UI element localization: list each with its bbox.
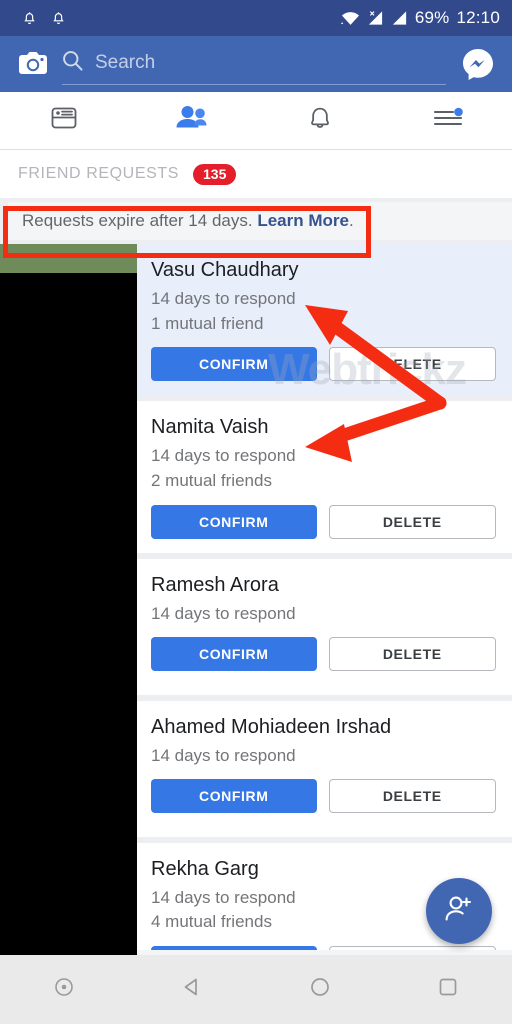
status-bar: 69% 12:10 [0, 0, 512, 36]
friend-request-body: Ramesh Arora 14 days to respond CONFIRM DEL… [137, 559, 512, 681]
status-bar-indicators: 69% 12:10 [341, 8, 500, 28]
search-icon [62, 50, 83, 76]
confirm-button[interactable]: CONFIRM [151, 347, 317, 382]
circle-home-icon [309, 976, 331, 1003]
delete-button[interactable]: DELETE [328, 504, 496, 539]
assistant-button[interactable] [0, 955, 128, 1024]
clock: 12:10 [456, 8, 500, 27]
friend-request-row[interactable]: Namita Vaish 14 days to respond 2 mutual f… [0, 395, 512, 553]
expire-banner: Requests expire after 14 days. Learn Mor… [8, 202, 512, 240]
action-button-row: CONFIRM DELETE [151, 504, 496, 539]
delete-button[interactable]: DELETE [328, 779, 496, 814]
action-button-row: CONFIRM DELETE [151, 779, 496, 814]
system-nav-bar [0, 955, 512, 1024]
friend-request-row[interactable]: Vasu Chaudhary 14 days to respond 1 mutual… [0, 244, 512, 396]
confirm-button[interactable]: CONFIRM [151, 779, 317, 814]
mutual-friends-text[interactable]: 1 mutual friend [151, 312, 496, 337]
avatar[interactable] [0, 244, 137, 382]
friend-request-row[interactable]: Ramesh Arora 14 days to respond CONFIRM DEL… [0, 552, 512, 695]
friend-request-body: Ahamed Mohiadeen Irshad 14 days to respon… [137, 701, 512, 823]
back-button[interactable] [128, 955, 256, 1024]
bell-icon [22, 9, 37, 27]
app-bar [0, 36, 512, 92]
bell-icon [51, 9, 66, 27]
signal-icon [391, 10, 408, 26]
expiry-text: 14 days to respond [151, 446, 296, 466]
square-recents-icon [437, 976, 459, 1003]
home-button[interactable] [256, 955, 384, 1024]
expiry-text: 14 days to respond [151, 603, 296, 623]
phone-screen: 69% 12:10 Search FRIEND REQUESTS 135 Req… [0, 0, 512, 1024]
triangle-back-icon [181, 976, 203, 1003]
wifi-icon [341, 10, 360, 26]
request-count-badge: 135 [193, 163, 237, 185]
avatar[interactable] [0, 700, 137, 823]
action-button-row: CONFIRM DELETE [151, 637, 496, 672]
tab-friends[interactable] [128, 92, 256, 149]
tab-news-feed[interactable] [0, 92, 128, 149]
tab-notifications[interactable] [256, 92, 384, 149]
bell-icon [306, 103, 334, 138]
learn-more-link[interactable]: Learn More [257, 211, 349, 231]
action-button-row: CONFIRM DELETE [151, 347, 496, 382]
tab-bar [0, 92, 512, 150]
expiry-text: 14 days to respond [151, 745, 296, 765]
friend-name[interactable]: Vasu Chaudhary [151, 258, 496, 283]
page-title: FRIEND REQUESTS [18, 165, 180, 182]
friend-requests-header: FRIEND REQUESTS 135 [0, 150, 512, 198]
signal-no-sim-icon [367, 10, 384, 26]
search-input[interactable] [95, 51, 446, 74]
messenger-icon[interactable] [458, 44, 498, 84]
banner-period: . [348, 211, 354, 230]
expire-banner-zone: Requests expire after 14 days. Learn Mor… [0, 198, 512, 244]
battery-percent: 69% [414, 8, 450, 27]
menu-badge-dot [454, 107, 463, 117]
confirm-button[interactable]: CONFIRM [151, 504, 317, 539]
add-person-fab[interactable] [426, 878, 492, 944]
avatar[interactable] [0, 401, 137, 539]
friend-name[interactable]: Ramesh Arora [151, 573, 496, 598]
news-feed-icon [49, 104, 79, 137]
friend-request-body: Vasu Chaudhary 14 days to respond 1 mutual… [137, 244, 512, 382]
friend-name[interactable]: Namita Vaish [151, 415, 496, 440]
friend-name[interactable]: Rekha Garg [151, 857, 496, 882]
add-person-icon [442, 892, 476, 931]
delete-button[interactable]: DELETE [328, 347, 496, 382]
friend-request-row[interactable]: Ahamed Mohiadeen Irshad 14 days to respon… [0, 694, 512, 837]
avatar[interactable] [0, 558, 137, 681]
recents-button[interactable] [384, 955, 512, 1024]
friend-request-list: Vasu Chaudhary 14 days to respond 1 mutual… [0, 244, 512, 994]
friend-name[interactable]: Ahamed Mohiadeen Irshad [151, 715, 496, 740]
tab-menu[interactable] [384, 92, 512, 149]
menu-icon [431, 105, 465, 136]
friends-icon [174, 104, 210, 137]
confirm-button[interactable]: CONFIRM [151, 637, 317, 672]
expire-banner-text: Requests expire after 14 days. [22, 211, 253, 230]
status-bar-notifications [12, 9, 66, 27]
circle-dot-icon [53, 976, 75, 1003]
camera-icon[interactable] [14, 45, 52, 83]
delete-button[interactable]: DELETE [328, 637, 496, 672]
expiry-text: 14 days to respond [151, 289, 296, 308]
friend-request-body: Namita Vaish 14 days to respond 2 mutual f… [137, 401, 512, 539]
search-bar[interactable] [62, 43, 446, 85]
mutual-friends-text[interactable]: 2 mutual friends [151, 469, 496, 494]
